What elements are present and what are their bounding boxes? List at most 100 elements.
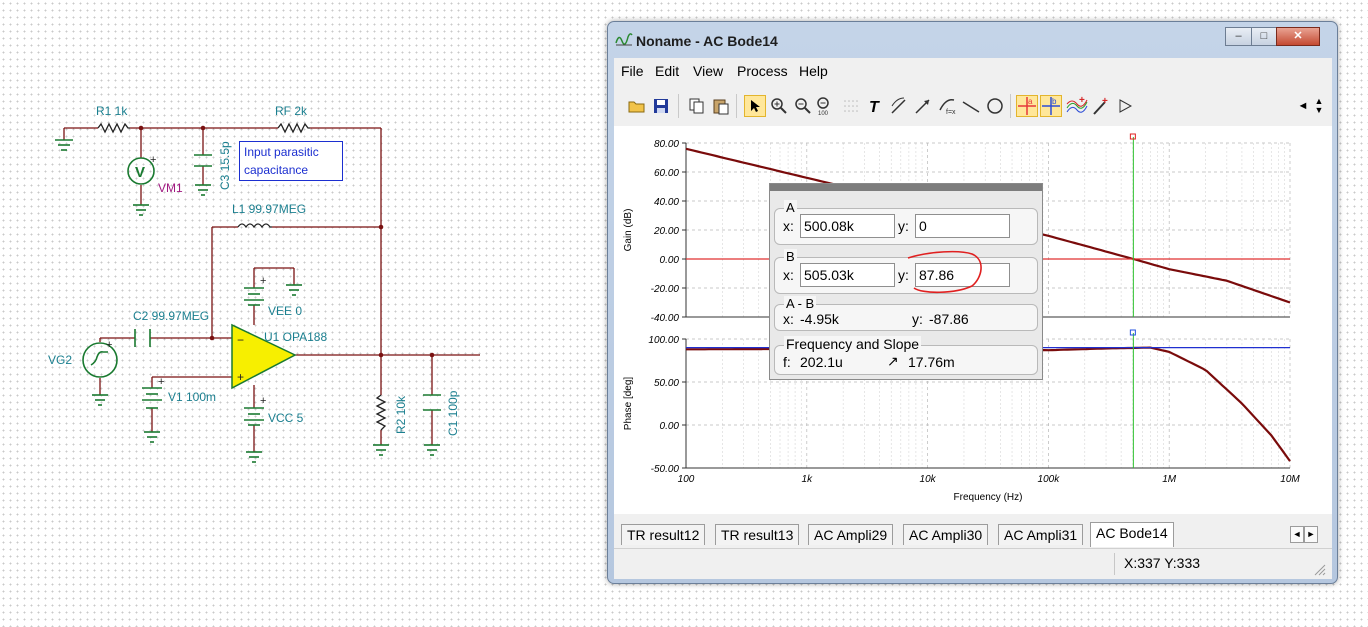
tabs-scroll-left[interactable]: ◄ bbox=[1290, 526, 1304, 543]
zoom-100-button[interactable]: 100 bbox=[814, 95, 836, 117]
tab-tr-result13[interactable]: TR result13 bbox=[715, 524, 800, 545]
play-icon bbox=[1119, 99, 1132, 113]
dialog-drag-bar[interactable] bbox=[770, 184, 1042, 191]
y-tick-label: 60.00 bbox=[654, 168, 679, 179]
x-tick-label: 10k bbox=[920, 474, 937, 485]
cursor-a-button[interactable]: a bbox=[1016, 95, 1038, 117]
cursor-readout-dialog[interactable]: A x: 500.08k y: 0 B x: 505.03k y: 87.86 … bbox=[769, 183, 1043, 380]
toolbar-scroll-left[interactable]: ◄ bbox=[1296, 95, 1310, 117]
grid-button[interactable] bbox=[840, 95, 862, 117]
text-icon: T bbox=[869, 99, 880, 114]
chevron-right-icon: ► bbox=[1306, 529, 1316, 539]
cursor-b-x-field[interactable]: 505.03k bbox=[800, 263, 895, 287]
slope-value: 17.76m bbox=[908, 354, 955, 370]
grid-icon bbox=[844, 100, 858, 112]
paste-icon bbox=[713, 99, 729, 115]
cursor-b-title: B bbox=[784, 249, 797, 264]
x-tick-label: 100k bbox=[1038, 474, 1061, 485]
menu-view[interactable]: View bbox=[693, 63, 723, 79]
l1-label: L1 99.97MEG bbox=[232, 202, 307, 216]
y-tick-label: 80.00 bbox=[654, 139, 679, 150]
pointer-icon bbox=[751, 100, 760, 112]
y-tick-label: 100.00 bbox=[648, 335, 679, 346]
y-tick-label: 20.00 bbox=[653, 226, 679, 237]
menu-process[interactable]: Process bbox=[737, 63, 788, 79]
cursor-a-y-label: y: bbox=[898, 218, 909, 234]
v1-label: V1 100m bbox=[168, 390, 217, 404]
toolbar: 100 T f=x a b + + ◄ ▲ ▼ bbox=[614, 82, 1332, 127]
app-logo-icon bbox=[615, 33, 633, 46]
line-icon bbox=[962, 101, 980, 113]
menu-edit[interactable]: Edit bbox=[655, 63, 679, 79]
schematic-canvas[interactable]: V + + + + + − + R1 1k RF 2k C3 15.5p VM1… bbox=[0, 0, 600, 627]
bode-window[interactable]: Noname - AC Bode14 – □ ✕ File Edit View … bbox=[607, 21, 1338, 584]
u1-label: U1 OPA188 bbox=[264, 330, 328, 344]
plot-area[interactable]: 80.00 60.00 40.00 20.00 0.00 -20.00 -40.00 Gain… bbox=[614, 126, 1332, 514]
cursor-a-y-field[interactable]: 0 bbox=[915, 214, 1010, 238]
tab-ac-ampli29[interactable]: AC Ampli29 bbox=[808, 524, 894, 545]
save-icon bbox=[654, 99, 668, 113]
line-tool-button[interactable] bbox=[960, 95, 982, 117]
cursor-b-button[interactable]: b bbox=[1040, 95, 1062, 117]
maximize-icon: □ bbox=[1260, 30, 1268, 42]
status-bar: X:337 Y:333 bbox=[614, 548, 1332, 579]
result-tabs: TR result12 TR result13 AC Ampli29 AC Am… bbox=[614, 514, 1332, 548]
x-tick-label: 100 bbox=[678, 474, 695, 485]
y-tick-label: -50.00 bbox=[651, 464, 680, 475]
toolbar-scroll-updown[interactable]: ▲ ▼ bbox=[1312, 95, 1326, 117]
maximize-button[interactable]: □ bbox=[1251, 27, 1277, 46]
zoom-out-button[interactable] bbox=[792, 95, 814, 117]
svg-text:a: a bbox=[1028, 97, 1033, 106]
zoom-in-icon bbox=[771, 98, 787, 114]
chevron-left-icon: ◄ bbox=[1297, 100, 1309, 112]
svg-text:f=x: f=x bbox=[946, 109, 956, 116]
parasitic-annotation[interactable]: Input parasitic capacitance bbox=[239, 141, 343, 181]
paste-button[interactable] bbox=[710, 95, 732, 117]
tabs-scroll-right[interactable]: ► bbox=[1304, 526, 1318, 543]
pointer-button[interactable] bbox=[744, 95, 766, 117]
play-button[interactable] bbox=[1114, 95, 1136, 117]
cursor-a-x-field[interactable]: 500.08k bbox=[800, 214, 895, 238]
cursor-a-group: A x: 500.08k y: 0 bbox=[774, 200, 1038, 245]
zoom-in-button[interactable] bbox=[768, 95, 790, 117]
spin-icon: ▲ ▼ bbox=[1314, 96, 1324, 115]
text-button[interactable]: T bbox=[864, 95, 886, 117]
open-icon bbox=[628, 101, 645, 113]
svg-text:+: + bbox=[237, 370, 244, 384]
minimize-icon: – bbox=[1235, 30, 1242, 42]
annotation-line-1: Input parasitic bbox=[244, 145, 319, 159]
marker-button[interactable]: + bbox=[1090, 95, 1112, 117]
open-button[interactable] bbox=[626, 95, 648, 117]
tab-ac-ampli30[interactable]: AC Ampli30 bbox=[903, 524, 989, 545]
vee-label: VEE 0 bbox=[268, 304, 303, 318]
y-tick-label: 0.00 bbox=[660, 255, 680, 266]
copy-icon bbox=[689, 98, 704, 114]
svg-text:100: 100 bbox=[818, 111, 829, 116]
svg-text:+: + bbox=[1102, 96, 1108, 107]
diff-x-value: -4.95k bbox=[800, 311, 839, 327]
tab-ac-bode14[interactable]: AC Bode14 bbox=[1090, 522, 1174, 547]
svg-text:b: b bbox=[1052, 97, 1057, 106]
title-bar[interactable]: Noname - AC Bode14 – □ ✕ bbox=[608, 22, 1337, 58]
menu-help[interactable]: Help bbox=[799, 63, 828, 79]
y-tick-label: 40.00 bbox=[654, 197, 679, 208]
tab-ac-ampli31[interactable]: AC Ampli31 bbox=[998, 524, 1084, 545]
menu-file[interactable]: File bbox=[621, 63, 644, 79]
copy-button[interactable] bbox=[686, 95, 708, 117]
line-label-button[interactable] bbox=[888, 95, 910, 117]
difference-title: A - B bbox=[784, 296, 817, 311]
save-button[interactable] bbox=[650, 95, 672, 117]
cursor-b-x-label: x: bbox=[783, 267, 794, 283]
minimize-button[interactable]: – bbox=[1225, 27, 1252, 46]
arrow-label-button[interactable] bbox=[912, 95, 934, 117]
marker-icon: + bbox=[1093, 96, 1108, 115]
curve-add-button[interactable]: + bbox=[1066, 95, 1088, 117]
tab-tr-result12[interactable]: TR result12 bbox=[621, 524, 706, 545]
y-axis-label: Gain (dB) bbox=[623, 209, 634, 252]
resize-grip-icon[interactable] bbox=[1314, 564, 1326, 576]
ellipse-tool-button[interactable] bbox=[984, 95, 1006, 117]
close-button[interactable]: ✕ bbox=[1276, 27, 1320, 46]
ellipse-icon bbox=[987, 98, 1003, 114]
x-axis-label: Frequency (Hz) bbox=[954, 492, 1023, 503]
formula-button[interactable]: f=x bbox=[936, 95, 958, 117]
